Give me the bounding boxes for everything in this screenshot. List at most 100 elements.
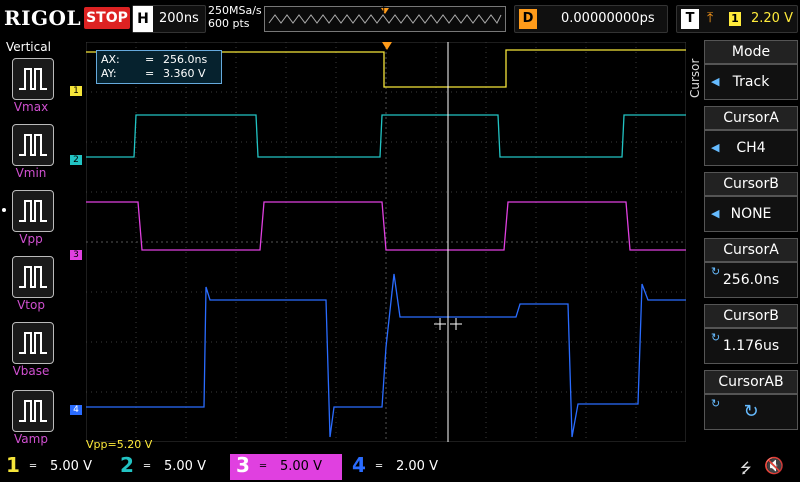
cursor-readout: AX: = 256.0ns AY: = 3.360 V — [96, 50, 222, 84]
cursor-crosshair-b — [450, 318, 462, 330]
sample-rate: 250MSa/s — [208, 4, 262, 17]
run-stop-badge[interactable]: STOP — [84, 7, 130, 29]
channel-scale-value: 5.00 V — [164, 459, 206, 474]
channel-scale-value: 5.00 V — [50, 459, 92, 474]
selector-arrow-icon: ◀ — [711, 75, 720, 88]
timebase-value: 200ns — [159, 11, 199, 26]
trigger-level: 2.20 V — [751, 11, 793, 26]
pulse-icon — [19, 332, 47, 354]
ay-label: AY: — [101, 67, 117, 80]
menu-item-value-box[interactable]: ◀ NONE — [704, 196, 798, 232]
ch2-trace — [86, 114, 686, 158]
knob-center-icon: ↻ — [743, 401, 759, 422]
speaker-mute-icon[interactable]: 🔇 — [764, 456, 784, 475]
dc-coupling-icon: ═ — [376, 461, 383, 472]
cursor-crosshair-a — [434, 318, 446, 330]
cursor-menu-label: Cursor — [688, 58, 702, 98]
cursor-menu-cursora-3[interactable]: CursorA ↻ 256.0ns — [704, 238, 798, 298]
cursor-menu-mode-0[interactable]: Mode ◀ Track — [704, 40, 798, 100]
waveform-display[interactable] — [86, 42, 686, 442]
pulse-icon — [19, 68, 47, 90]
ay-value: 3.360 V — [163, 67, 206, 80]
trigger-label: T — [681, 9, 699, 29]
delay-box[interactable]: D 0.00000000ps — [514, 5, 668, 33]
pulse-icon — [19, 266, 47, 288]
trigger-position-icon — [382, 42, 392, 50]
channel-number: 3 — [236, 453, 250, 477]
measure-vmin-label: Vmin — [15, 166, 47, 180]
trigger-position-bar[interactable]: T — [264, 5, 506, 32]
ch4-marker[interactable]: 4 — [70, 405, 82, 415]
memory-depth: 600 pts — [208, 17, 250, 30]
cursor-menu-cursorab-5[interactable]: CursorAB ↻ ↻ — [704, 370, 798, 430]
ax-equals: = — [145, 53, 155, 66]
measure-vbase-label: Vbase — [12, 364, 50, 378]
ch1-marker[interactable]: 1 — [70, 86, 82, 96]
measure-vmax-button[interactable] — [12, 58, 54, 100]
channel-1-scale[interactable]: 1 ═ 5.00 V — [0, 453, 112, 480]
menu-item-value-box[interactable]: ◀ Track — [704, 64, 798, 100]
sample-info: 250MSa/s 600 pts — [208, 4, 262, 30]
measure-vamp-label: Vamp — [14, 432, 48, 446]
channel-number: 4 — [352, 453, 366, 477]
cursor-menu-cursorb-2[interactable]: CursorB ◀ NONE — [704, 172, 798, 232]
channel-number: 1 — [6, 453, 20, 477]
menu-item-title: CursorB — [704, 172, 798, 196]
vertical-title: Vertical — [6, 40, 51, 54]
rigol-logo: RIGOL — [4, 6, 82, 30]
menu-item-value: Track — [732, 74, 770, 90]
measure-vmax-label: Vmax — [13, 100, 49, 114]
menu-item-title: CursorA — [704, 106, 798, 130]
pulse-icon — [19, 134, 47, 156]
selector-arrow-icon: ◀ — [711, 207, 720, 220]
measure-vpp-button[interactable] — [12, 190, 54, 232]
ch3-marker[interactable]: 3 — [70, 250, 82, 260]
pulse-icon — [19, 400, 47, 422]
cursor-menu-cursorb-4[interactable]: CursorB ↻ 1.176us — [704, 304, 798, 364]
channel-scale-value: 5.00 V — [280, 459, 322, 474]
channel-4-scale[interactable]: 4 ═ 2.00 V — [346, 453, 458, 480]
channel-2-scale[interactable]: 2 ═ 5.00 V — [114, 453, 226, 480]
menu-item-value-box[interactable]: ↻ 1.176us — [704, 328, 798, 364]
trigger-channel: 1 — [729, 12, 741, 26]
delay-label: D — [519, 9, 537, 29]
knob-icon: ↻ — [711, 331, 721, 344]
dc-coupling-icon: ═ — [260, 461, 267, 472]
horizontal-label: H — [133, 6, 153, 32]
measure-vmin-button[interactable] — [12, 124, 54, 166]
measure-vtop-label: Vtop — [17, 298, 45, 312]
delay-value: 0.00000000ps — [561, 11, 655, 26]
graticule — [86, 42, 686, 442]
menu-item-value: 256.0ns — [722, 272, 780, 288]
channel-3-scale[interactable]: 3 ═ 5.00 V — [230, 453, 342, 480]
knob-icon: ↻ — [711, 265, 721, 278]
dc-coupling-icon: ═ — [30, 461, 37, 472]
ax-label: AX: — [101, 53, 120, 66]
menu-item-value: NONE — [730, 206, 772, 222]
ay-equals: = — [145, 67, 155, 80]
menu-item-value-box[interactable]: ↻ 256.0ns — [704, 262, 798, 298]
timebase-box[interactable]: H 200ns — [132, 5, 206, 33]
ch3-trace — [86, 201, 686, 251]
trigger-marker-label: T — [381, 5, 387, 15]
knob-icon: ↻ — [711, 397, 721, 410]
measure-vbase-button[interactable] — [12, 322, 54, 364]
ch2-marker[interactable]: 2 — [70, 155, 82, 165]
menu-item-value-box[interactable]: ◀ CH4 — [704, 130, 798, 166]
cursor-menu-cursora-1[interactable]: CursorA ◀ CH4 — [704, 106, 798, 166]
menu-item-value: CH4 — [736, 140, 766, 156]
measure-vtop-button[interactable] — [12, 256, 54, 298]
ax-value: 256.0ns — [163, 53, 208, 66]
rising-edge-icon: ⤒ — [707, 10, 714, 26]
measure-vpp-label: Vpp — [19, 232, 43, 246]
menu-item-value-box[interactable]: ↻ ↻ — [704, 394, 798, 430]
menu-item-title: Mode — [704, 40, 798, 64]
measurement-vpp: Vpp=5.20 V — [86, 438, 153, 451]
selector-arrow-icon: ◀ — [711, 141, 720, 154]
measure-vamp-button[interactable] — [12, 390, 54, 432]
selection-dot — [2, 208, 6, 212]
channel-number: 2 — [120, 453, 134, 477]
dc-coupling-icon: ═ — [144, 461, 151, 472]
trigger-box[interactable]: T ⤒ 1 2.20 V — [676, 5, 798, 33]
channel-scale-value: 2.00 V — [396, 459, 438, 474]
